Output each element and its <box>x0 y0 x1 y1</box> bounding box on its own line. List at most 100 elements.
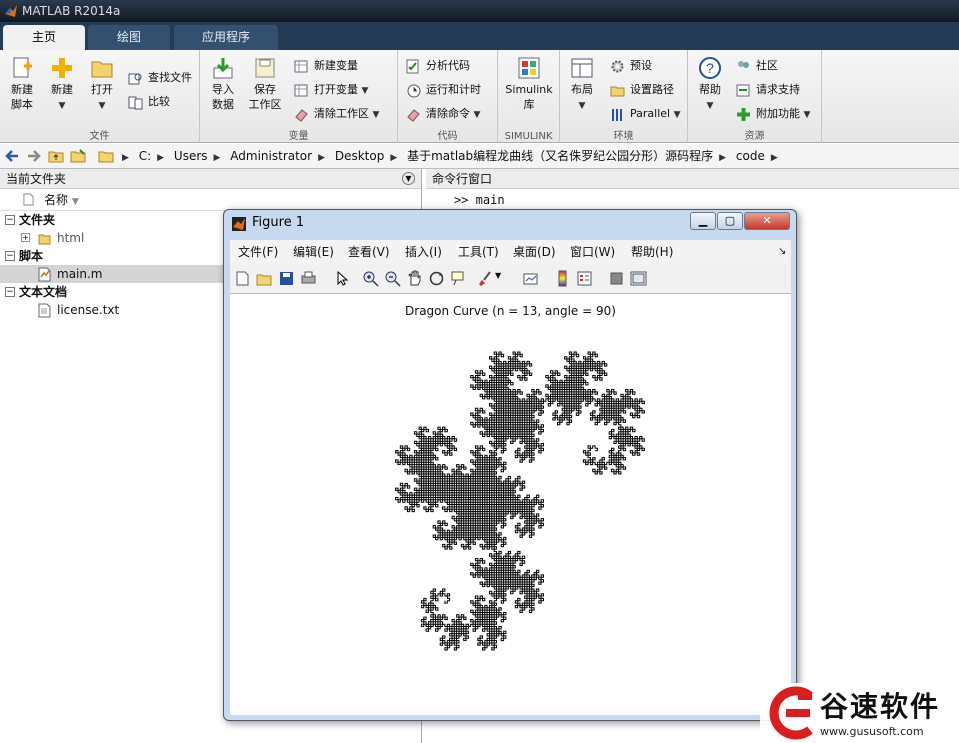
run-and-time-label: 运行和计时 <box>426 83 481 96</box>
breadcrumb-item[interactable]: Administrator <box>230 149 312 163</box>
chevron-right-icon: ▶ <box>719 153 727 163</box>
menu-tools[interactable]: 工具(T) <box>458 240 499 264</box>
pan-hand-icon[interactable] <box>406 270 423 287</box>
print-icon[interactable] <box>300 270 317 287</box>
forward-arrow-icon[interactable] <box>26 148 42 164</box>
chevron-right-icon: ▶ <box>318 153 326 163</box>
chevron-right-icon: ▶ <box>770 153 778 163</box>
clear-commands-button[interactable]: 清除命令 ▼ <box>406 104 480 124</box>
collapse-icon[interactable]: − <box>5 251 15 261</box>
request-support-label: 请求支持 <box>756 83 800 96</box>
figure-window[interactable]: Figure 1 ▁ ▢ ✕ 文件(F) 编辑(E) 查看(V) 插入(I) 工… <box>223 209 797 721</box>
command-prompt-line[interactable]: >> main <box>454 193 505 207</box>
add-ons-button[interactable]: 附加功能 ▼ <box>736 104 810 124</box>
collapse-icon[interactable]: − <box>5 215 15 225</box>
menu-desktop[interactable]: 桌面(D) <box>513 240 556 264</box>
file-section-label: 文件 <box>89 131 110 142</box>
rotate-3d-icon[interactable] <box>428 270 445 287</box>
dragon-curve-line <box>395 351 645 651</box>
breadcrumb-item[interactable]: 基于matlab编程龙曲线（又名侏罗纪公园分形）源码程序 <box>407 149 713 163</box>
tab-plots[interactable]: 绘图 <box>88 25 170 50</box>
zoom-in-icon[interactable] <box>362 270 379 287</box>
file-item-label: license.txt <box>57 303 120 317</box>
save-icon[interactable] <box>278 270 295 287</box>
help-button[interactable]: ? 帮助 ▼ <box>692 56 728 114</box>
breadcrumb-item[interactable]: Users <box>174 149 208 163</box>
title-bar: MATLAB R2014a <box>0 0 959 22</box>
compare-button[interactable]: 比较 <box>128 92 170 112</box>
tab-apps[interactable]: 应用程序 <box>174 25 278 50</box>
open-label: 打开 <box>91 83 113 96</box>
variable-section-label: 变量 <box>288 131 309 142</box>
collapse-icon[interactable]: − <box>5 287 15 297</box>
chevron-down-icon[interactable]: ▼ <box>495 271 501 280</box>
breadcrumb-item[interactable]: Desktop <box>335 149 385 163</box>
close-button[interactable]: ✕ <box>744 212 790 230</box>
browse-folder-icon[interactable] <box>70 148 86 164</box>
panel-menu-icon[interactable]: ▼ <box>402 172 415 185</box>
help-label: 帮助 <box>699 83 721 96</box>
watermark-url: www.gususoft.com <box>820 725 924 738</box>
zoom-out-icon[interactable] <box>384 270 401 287</box>
clear-workspace-button[interactable]: 清除工作区 ▼ <box>294 104 379 124</box>
find-files-button[interactable]: 查找文件 <box>128 68 192 88</box>
link-plot-icon[interactable] <box>522 270 539 287</box>
menu-view[interactable]: 查看(V) <box>348 240 390 264</box>
expand-icon[interactable]: + <box>21 233 30 242</box>
hide-plot-tools-icon[interactable] <box>608 270 625 287</box>
preferences-button[interactable]: 预设 <box>610 56 652 76</box>
breadcrumb[interactable]: ▶ C: ▶ Users ▶ Administrator ▶ Desktop ▶ 基于m… <box>122 144 784 169</box>
import-data-button[interactable]: 导入 数据 <box>206 56 240 112</box>
svg-text:?: ? <box>706 60 714 76</box>
new-script-label: 新建 脚本 <box>11 83 33 111</box>
menu-help[interactable]: 帮助(H) <box>631 240 673 264</box>
breadcrumb-item[interactable]: code <box>736 149 765 163</box>
new-button[interactable]: 新建 ▼ <box>44 56 80 114</box>
set-path-button[interactable]: 设置路径 <box>610 80 674 100</box>
chevron-right-icon: ▶ <box>390 153 398 163</box>
current-folder-title-text: 当前文件夹 <box>6 172 67 186</box>
eraser-icon <box>407 109 420 122</box>
community-button[interactable]: 社区 <box>736 56 778 76</box>
open-variable-label: 打开变量 <box>314 83 358 96</box>
simulink-section-label: SIMULINK <box>504 131 553 142</box>
back-arrow-icon[interactable] <box>4 148 20 164</box>
legend-icon[interactable] <box>576 270 593 287</box>
simulink-library-button[interactable]: Simulink 库 <box>502 56 556 112</box>
chevron-right-icon: ▶ <box>122 153 129 163</box>
up-folder-icon[interactable] <box>48 148 64 164</box>
new-variable-label: 新建变量 <box>314 59 358 72</box>
show-plot-tools-icon[interactable] <box>630 270 647 287</box>
request-support-button[interactable]: 请求支持 <box>736 80 800 100</box>
figure-canvas[interactable]: Dragon Curve (n = 13, angle = 90) <box>230 294 791 715</box>
run-and-time-button[interactable]: 运行和计时 <box>406 80 481 100</box>
minimize-button[interactable]: ▁ <box>690 212 716 230</box>
tab-home[interactable]: 主页 <box>3 25 85 50</box>
parallel-icon <box>612 109 622 121</box>
menu-file[interactable]: 文件(F) <box>238 240 278 264</box>
menu-window[interactable]: 窗口(W) <box>570 240 615 264</box>
new-figure-icon[interactable] <box>234 270 251 287</box>
parallel-button[interactable]: Parallel ▼ <box>610 104 681 124</box>
open-button[interactable]: 打开 ▼ <box>84 56 120 114</box>
chevron-down-icon: ▼ <box>706 101 714 111</box>
save-workspace-button[interactable]: 保存 工作区 <box>246 56 284 112</box>
menu-insert[interactable]: 插入(I) <box>405 240 442 264</box>
pointer-icon[interactable] <box>334 270 351 287</box>
open-variable-button[interactable]: 打开变量 ▼ <box>294 80 368 100</box>
figure-title-bar[interactable]: Figure 1 ▁ ▢ ✕ <box>224 210 796 238</box>
menu-edit[interactable]: 编辑(E) <box>293 240 334 264</box>
dock-arrow-icon[interactable]: ↘ <box>778 240 786 264</box>
new-variable-button[interactable]: 新建变量 <box>294 56 358 76</box>
new-script-button[interactable]: 新建 脚本 <box>4 56 40 112</box>
brush-icon[interactable] <box>476 270 493 287</box>
maximize-button[interactable]: ▢ <box>717 212 743 230</box>
open-file-icon[interactable] <box>256 270 273 287</box>
breadcrumb-item[interactable]: C: <box>139 149 151 163</box>
group-label: 脚本 <box>19 249 44 263</box>
analyze-code-button[interactable]: 分析代码 <box>406 56 470 76</box>
column-header-name[interactable]: 名称 ▼ <box>0 189 421 211</box>
data-cursor-icon[interactable] <box>450 270 467 287</box>
layout-button[interactable]: 布局 ▼ <box>564 56 600 114</box>
colorbar-icon[interactable] <box>554 270 571 287</box>
